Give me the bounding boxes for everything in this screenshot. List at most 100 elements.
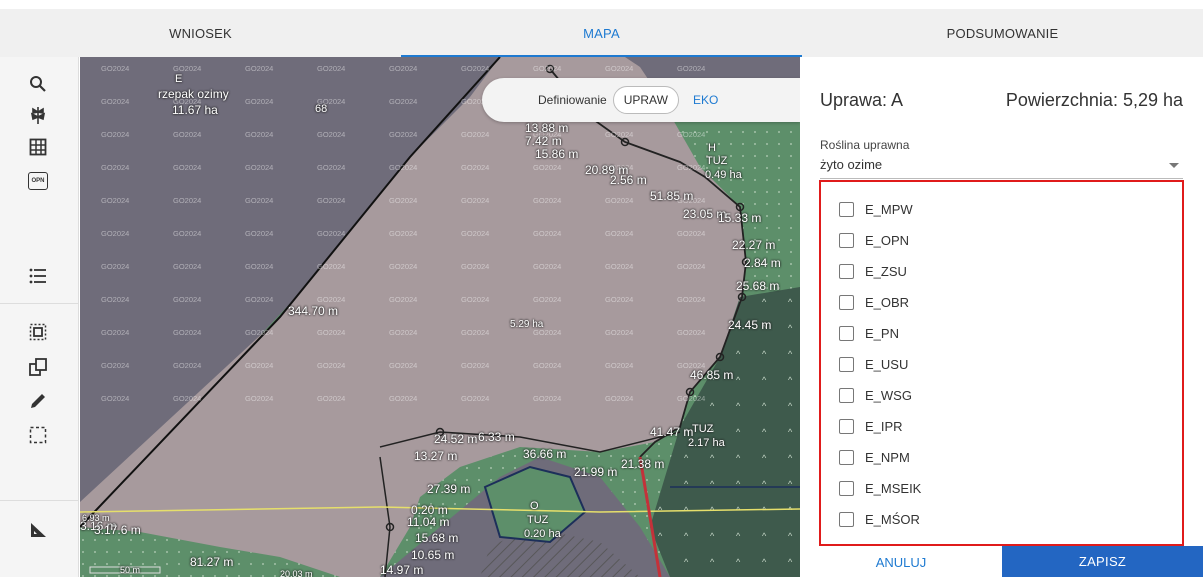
checkbox[interactable] [839, 325, 854, 341]
app-root: WNIOSEK MAPA PODSUMOWANIE OPN GO2024 GO2… [0, 0, 1203, 577]
checkbox[interactable] [839, 480, 854, 496]
watermark-label: GO2024 [389, 64, 418, 73]
measure-label: 36.66 m [523, 447, 567, 461]
watermark-label: GO2024 [533, 196, 562, 205]
opn-icon[interactable]: OPN [22, 165, 54, 197]
measure-label: 24.45 m [728, 318, 772, 332]
watermark-label: GO2024 [677, 262, 706, 271]
checkbox[interactable] [839, 263, 854, 279]
copy-shape-icon[interactable] [22, 351, 54, 383]
eco-checkbox-item[interactable]: E_ZSU [839, 261, 907, 281]
watermark-label: GO2024 [389, 196, 418, 205]
checkbox[interactable] [839, 356, 854, 372]
measure-label: 21.38 m [621, 457, 665, 471]
checkbox[interactable] [839, 511, 854, 527]
watermark-label: GO2024 [461, 328, 490, 337]
measure-label: 41.47 m [650, 425, 694, 439]
watermark-label: GO2024 [317, 295, 346, 304]
search-icon[interactable] [22, 68, 54, 100]
eco-checkbox-item[interactable]: E_PN [839, 323, 899, 343]
watermark-label: GO2024 [101, 163, 130, 172]
checkbox[interactable] [839, 201, 854, 217]
watermark-label: GO2024 [677, 394, 706, 403]
watermark-label: GO2024 [533, 262, 562, 271]
watermark-label: GO2024 [533, 361, 562, 370]
watermark-label: GO2024 [245, 328, 274, 337]
eco-checkbox-item[interactable]: E_WSG [839, 385, 912, 405]
watermark-label: GO2024 [101, 130, 130, 139]
eco-checkbox-item[interactable]: E_MSEIK [839, 478, 921, 498]
watermark-label: GO2024 [173, 163, 202, 172]
tab-mapa[interactable]: MAPA [401, 9, 802, 57]
watermark-label: GO2024 [677, 64, 706, 73]
parcel-h-area: 0.49 ha [705, 169, 742, 181]
tab-label: MAPA [583, 25, 620, 41]
mode-switch: Definiowanie UPRAW EKO [482, 78, 800, 122]
measure-icon[interactable] [22, 514, 54, 546]
eco-checkbox-item[interactable]: E_IPR [839, 416, 903, 436]
crop-edit-panel: Uprawa: A Powierzchnia: 5,29 ha Roślina … [800, 57, 1203, 577]
mode-option-eko[interactable]: EKO [693, 93, 718, 107]
eco-checkbox-item[interactable]: E_USU [839, 354, 908, 374]
top-tabs: WNIOSEK MAPA PODSUMOWANIE [0, 9, 1203, 57]
grid-icon[interactable] [22, 131, 54, 163]
measure-label: 6.93 m [82, 513, 110, 523]
tab-wniosek[interactable]: WNIOSEK [0, 9, 401, 57]
eco-checkbox-item[interactable]: E_MŚOR [839, 509, 920, 529]
parcel-o-crop: TUZ [527, 514, 549, 526]
checkbox[interactable] [839, 294, 854, 310]
eco-checkbox-item[interactable]: E_NPM [839, 447, 910, 467]
checkbox[interactable] [839, 449, 854, 465]
watermark-label: GO2024 [461, 163, 490, 172]
opn-icon-label: OPN [28, 172, 48, 190]
watermark-label: GO2024 [173, 196, 202, 205]
watermark-label: GO2024 [605, 328, 634, 337]
watermark-label: GO2024 [245, 97, 274, 106]
watermark-label: GO2024 [317, 262, 346, 271]
watermark-label: GO2024 [533, 394, 562, 403]
watermark-label: GO2024 [605, 361, 634, 370]
watermark-label: GO2024 [245, 394, 274, 403]
select-area-icon[interactable] [22, 316, 54, 348]
watermark-label: GO2024 [677, 130, 706, 139]
map-canvas[interactable]: ^ [80, 57, 800, 577]
measure-label: 344.70 m [288, 304, 339, 318]
mode-switch-prefix: Definiowanie [538, 93, 607, 107]
measure-label: 81.27 m [190, 555, 234, 569]
watermark-label: GO2024 [173, 328, 202, 337]
save-button[interactable]: ZAPISZ [1002, 546, 1203, 577]
eco-checkbox-item[interactable]: E_OPN [839, 230, 909, 250]
measure-label: 51.85 m [650, 189, 694, 203]
watermark-label: GO2024 [317, 130, 346, 139]
watermark-label: GO2024 [101, 64, 130, 73]
watermark-label: GO2024 [245, 361, 274, 370]
scale-label: 50 m [120, 565, 141, 575]
pencil-icon[interactable] [22, 385, 54, 417]
mode-option-upraw[interactable]: UPRAW [612, 86, 679, 114]
checkbox[interactable] [839, 232, 854, 248]
watermark-label: GO2024 [389, 295, 418, 304]
measure-label: 13.27 m [414, 449, 458, 463]
eco-checkbox-label: E_ZSU [865, 263, 907, 279]
measure-label: 15.68 m [415, 531, 459, 545]
plant-select[interactable]: żyto ozime [820, 153, 1183, 179]
watermark-label: GO2024 [173, 394, 202, 403]
watermark-label: GO2024 [389, 328, 418, 337]
eco-checkbox-item[interactable]: E_OBR [839, 292, 909, 312]
area-title: Powierzchnia: 5,29 ha [1005, 90, 1183, 110]
watermark-label: GO2024 [317, 361, 346, 370]
eco-checkbox-item[interactable]: E_MPW [839, 199, 913, 219]
selection-box-icon[interactable] [22, 419, 54, 451]
checkbox[interactable] [839, 418, 854, 434]
watermark-label: GO2024 [173, 64, 202, 73]
measure-label: 10.65 m [411, 548, 455, 562]
list-icon[interactable] [22, 260, 54, 292]
parcel-e-letter: E [175, 73, 183, 85]
measure-label: 21.99 m [574, 465, 618, 479]
parcel-h-letter: H [708, 142, 716, 154]
checkbox[interactable] [839, 387, 854, 403]
cancel-button[interactable]: ANULUJ [800, 547, 1002, 577]
tab-podsumowanie[interactable]: PODSUMOWANIE [802, 9, 1203, 57]
measure-label: 15.86 m [535, 147, 579, 161]
crop-plant-icon[interactable] [22, 99, 54, 131]
